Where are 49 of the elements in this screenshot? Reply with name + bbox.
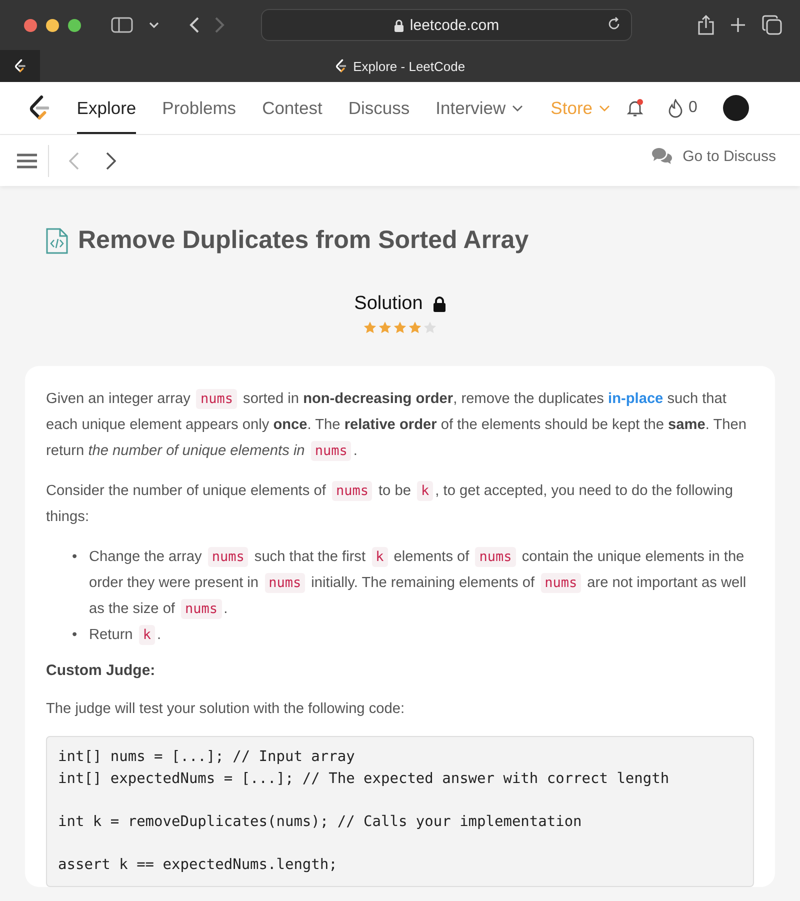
nav-tab[interactable]: Discuss: [348, 82, 410, 134]
forward-icon[interactable]: [106, 152, 116, 170]
sidebar-icon[interactable]: [111, 17, 133, 33]
minimize-window-button[interactable]: [46, 18, 59, 32]
zoom-window-button[interactable]: [68, 18, 81, 32]
nav-tab[interactable]: Interview: [436, 82, 523, 134]
reload-icon[interactable]: [607, 17, 621, 31]
url-text: leetcode.com: [410, 16, 500, 34]
paragraph: Consider the number of unique elements of nums to be k , to get accepted, you need to do the following things:: [46, 480, 734, 527]
chevron-down-icon[interactable]: [149, 22, 159, 28]
code-file-icon: [46, 228, 68, 254]
bullet-marker: •: [72, 548, 78, 567]
pinned-tab[interactable]: [0, 50, 40, 82]
chevron-down-icon: [598, 104, 610, 112]
leetcode-logo-icon[interactable]: [28, 95, 49, 121]
menu-icon[interactable]: [17, 152, 37, 168]
pinned-logo-icon: [14, 59, 26, 73]
avatar[interactable]: [723, 95, 750, 121]
nav-tab[interactable]: Problems: [162, 82, 236, 134]
section-heading: Custom Judge:: [46, 661, 156, 681]
bell-icon[interactable]: [626, 98, 646, 118]
chevron-down-icon: [512, 104, 523, 112]
go-to-discuss-link[interactable]: Go to Discuss: [650, 147, 776, 165]
code-block: int[] nums = [...]; // Input array int[] expectedNums = [...]; // The expected answer with correct length int k = removeDuplicates(nums); // Calls your implementation assert k == expectedNums.length;: [46, 736, 754, 887]
streak-counter[interactable]: 0: [668, 98, 698, 118]
plus-icon[interactable]: [730, 17, 746, 33]
share-icon[interactable]: [698, 15, 714, 35]
bullet-text: Change the array nums such that the first k elements of nums contain the unique elements in the order they were present in nums initially. The remaining elements of nums are not important as well as the size of nums .: [89, 546, 748, 621]
address-bar[interactable]: leetcode.com: [261, 9, 632, 41]
star-icon: [408, 321, 422, 334]
tabs-overview-icon[interactable]: [762, 15, 782, 35]
paragraph: The judge will test your solution with the following code:: [46, 700, 406, 719]
tab-logo-icon: [334, 59, 346, 73]
tab-title: Explore - LeetCode: [353, 58, 466, 74]
nav-tab[interactable]: Contest: [262, 82, 322, 134]
bullet-text: Return k .: [89, 624, 162, 647]
flame-icon: [668, 98, 682, 118]
article-title: Remove Duplicates from Sorted Array: [78, 226, 529, 255]
in-place-link[interactable]: in-place: [608, 391, 664, 407]
star-icon: [363, 321, 377, 334]
bullet-marker: •: [72, 626, 78, 645]
chat-bubbles-icon: [650, 147, 673, 165]
star-icon: [378, 321, 392, 334]
close-window-button[interactable]: [24, 18, 37, 32]
paragraph: Given an integer array nums sorted in non-decreasing order, remove the duplicates in-place such that each unique element appears only once. The relative order of the elements should be kept the same. Then return the number of unique elements in nums .: [46, 388, 748, 463]
solution-heading: Solution: [354, 293, 423, 315]
lock-icon: [394, 18, 404, 32]
star-icon: [393, 321, 407, 334]
back-icon[interactable]: [189, 17, 199, 33]
